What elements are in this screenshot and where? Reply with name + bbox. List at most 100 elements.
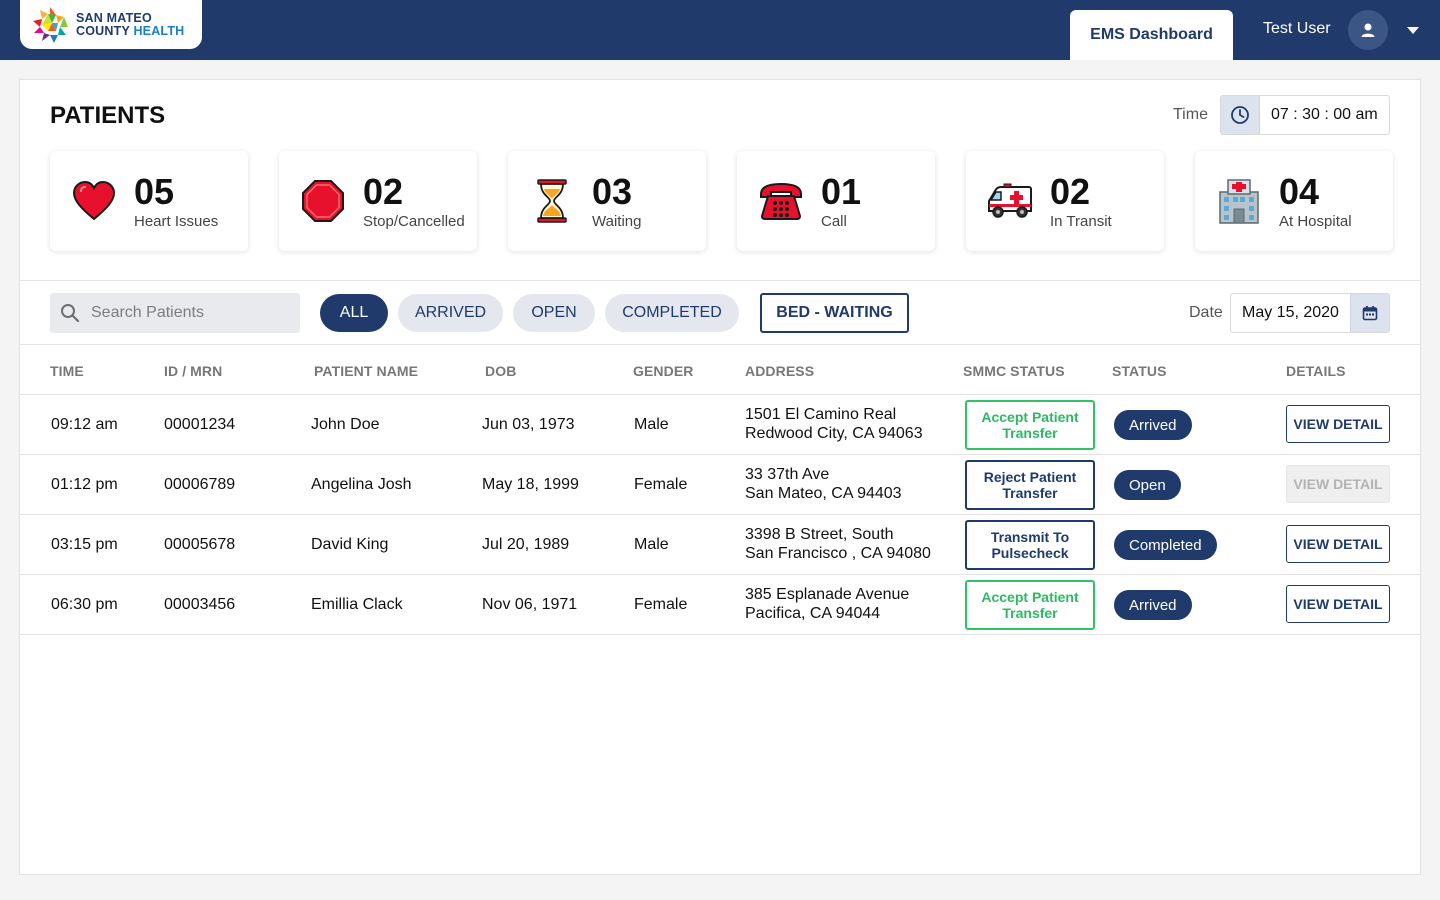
accept-transfer-button[interactable]: Accept Patient Transfer xyxy=(965,400,1095,450)
time-label: Time xyxy=(1173,106,1208,123)
transmit-pulsecheck-button[interactable]: Transmit To Pulsecheck xyxy=(965,520,1095,570)
accept-transfer-button[interactable]: Accept Patient Transfer xyxy=(965,580,1095,630)
patients-panel: PATIENTS Time 07 : 30 : 00 am 05 Heart I… xyxy=(19,79,1421,875)
tab-ems-dashboard[interactable]: EMS Dashboard xyxy=(1070,10,1233,60)
view-detail-button: VIEW DETAIL xyxy=(1286,465,1390,503)
cell-id: 00001234 xyxy=(164,415,236,433)
column-header-details[interactable]: DETAILS xyxy=(1286,363,1346,379)
stat-label: In Transit xyxy=(1050,213,1112,230)
time-picker[interactable]: 07 : 30 : 00 am xyxy=(1220,95,1390,135)
search-input[interactable] xyxy=(91,304,281,322)
user-icon xyxy=(1361,23,1375,37)
status-badge: Open xyxy=(1114,470,1181,500)
cell-patient-name: John Doe xyxy=(311,415,380,433)
date-value[interactable]: May 15, 2020 xyxy=(1231,294,1350,332)
column-header-address[interactable]: ADDRESS xyxy=(745,363,814,379)
bed-waiting-button[interactable]: BED - WAITING xyxy=(760,293,909,333)
address-line-1: 33 37th Ave xyxy=(745,466,830,483)
address-line-2: Pacifica, CA 94044 xyxy=(745,605,881,622)
ambulance-icon xyxy=(986,179,1034,223)
column-header-status[interactable]: STATUS xyxy=(1112,363,1167,379)
stat-card-heart-issues[interactable]: 05 Heart Issues xyxy=(50,151,248,251)
stat-label: Stop/Cancelled xyxy=(363,213,465,230)
stat-count: 01 xyxy=(821,171,862,212)
stat-count: 05 xyxy=(134,171,175,212)
reject-transfer-button[interactable]: Reject Patient Transfer xyxy=(965,460,1095,510)
logo-line-2a: COUNTY xyxy=(76,23,134,38)
table-row[interactable]: 06:30 pm 00003456 Emillia Clack Nov 06, … xyxy=(20,575,1420,635)
stat-label: At Hospital xyxy=(1279,213,1352,230)
divider xyxy=(20,280,1420,281)
status-badge: Arrived xyxy=(1114,410,1192,440)
view-detail-button[interactable]: VIEW DETAIL xyxy=(1286,405,1390,443)
cell-gender: Female xyxy=(634,475,688,493)
logo-text: SAN MATEO COUNTY HEALTH xyxy=(76,11,185,38)
column-header-dob[interactable]: DOB xyxy=(485,363,516,379)
filter-open[interactable]: OPEN xyxy=(513,294,595,332)
cell-dob: May 18, 1999 xyxy=(482,475,579,493)
cell-time: 09:12 am xyxy=(51,415,118,433)
table-row[interactable]: 09:12 am 00001234 John Doe Jun 03, 1973 … xyxy=(20,395,1420,455)
hourglass-icon xyxy=(528,179,576,223)
stat-count: 03 xyxy=(592,171,633,212)
telephone-icon xyxy=(757,179,805,223)
date-label: Date xyxy=(1189,304,1223,321)
cell-id: 00005678 xyxy=(164,535,236,553)
status-badge: Completed xyxy=(1114,530,1217,560)
column-header-id[interactable]: ID / MRN xyxy=(164,363,222,379)
view-detail-button[interactable]: VIEW DETAIL xyxy=(1286,585,1390,623)
cell-time: 01:12 pm xyxy=(51,475,118,493)
avatar[interactable] xyxy=(1348,10,1388,50)
address-line-1: 385 Esplanade Avenue xyxy=(745,586,910,603)
cell-address: 1501 El Camino Real Redwood City, CA 940… xyxy=(745,405,923,443)
address-line-2: Redwood City, CA 94063 xyxy=(745,425,923,442)
view-detail-button[interactable]: VIEW DETAIL xyxy=(1286,525,1390,563)
column-header-time[interactable]: TIME xyxy=(50,363,84,379)
stop-sign-icon xyxy=(299,179,347,223)
cell-time: 06:30 pm xyxy=(51,595,118,613)
stat-count: 04 xyxy=(1279,171,1320,212)
user-name[interactable]: Test User xyxy=(1263,20,1331,38)
cell-id: 00006789 xyxy=(164,475,236,493)
logo-line-2b: HEALTH xyxy=(133,23,185,38)
logo[interactable]: SAN MATEO COUNTY HEALTH xyxy=(20,0,202,49)
stat-label: Waiting xyxy=(592,213,642,230)
stat-count: 02 xyxy=(1050,171,1091,212)
chevron-down-icon[interactable] xyxy=(1407,27,1419,34)
stat-count: 02 xyxy=(363,171,404,212)
page-title: PATIENTS xyxy=(50,102,166,129)
filter-completed[interactable]: COMPLETED xyxy=(605,294,739,332)
cell-address: 385 Esplanade Avenue Pacifica, CA 94044 xyxy=(745,585,909,623)
column-header-gender[interactable]: GENDER xyxy=(633,363,694,379)
stat-card-call[interactable]: 01 Call xyxy=(737,151,935,251)
status-badge: Arrived xyxy=(1114,590,1192,620)
column-header-patient-name[interactable]: PATIENT NAME xyxy=(314,363,418,379)
filter-all[interactable]: ALL xyxy=(320,294,388,332)
calendar-icon[interactable] xyxy=(1350,294,1389,332)
clock-icon[interactable] xyxy=(1221,96,1260,134)
search-box[interactable] xyxy=(50,293,300,333)
divider xyxy=(20,344,1420,345)
table-row[interactable]: 03:15 pm 00005678 David King Jul 20, 198… xyxy=(20,515,1420,575)
heart-icon xyxy=(70,179,118,223)
stat-card-stop-cancelled[interactable]: 02 Stop/Cancelled xyxy=(279,151,477,251)
stat-card-at-hospital[interactable]: 04 At Hospital xyxy=(1195,151,1393,251)
hospital-icon xyxy=(1215,179,1263,224)
stat-card-waiting[interactable]: 03 Waiting xyxy=(508,151,706,251)
stat-card-in-transit[interactable]: 02 In Transit xyxy=(966,151,1164,251)
cell-address: 33 37th Ave San Mateo, CA 94403 xyxy=(745,465,902,503)
address-line-1: 1501 El Camino Real xyxy=(745,406,897,423)
stat-label: Heart Issues xyxy=(134,213,219,230)
filter-arrived[interactable]: ARRIVED xyxy=(398,294,503,332)
table-row[interactable]: 01:12 pm 00006789 Angelina Josh May 18, … xyxy=(20,455,1420,515)
column-header-smmc-status[interactable]: SMMC STATUS xyxy=(963,363,1065,379)
search-icon xyxy=(61,304,80,323)
stat-label: Call xyxy=(821,213,847,230)
address-line-1: 3398 B Street, South xyxy=(745,526,894,543)
date-picker[interactable]: May 15, 2020 xyxy=(1230,293,1390,333)
cell-id: 00003456 xyxy=(164,595,236,613)
cell-address: 3398 B Street, South San Francisco , CA … xyxy=(745,525,931,563)
cell-patient-name: Emillia Clack xyxy=(311,595,403,613)
cell-gender: Male xyxy=(634,535,669,553)
time-value[interactable]: 07 : 30 : 00 am xyxy=(1260,96,1389,134)
